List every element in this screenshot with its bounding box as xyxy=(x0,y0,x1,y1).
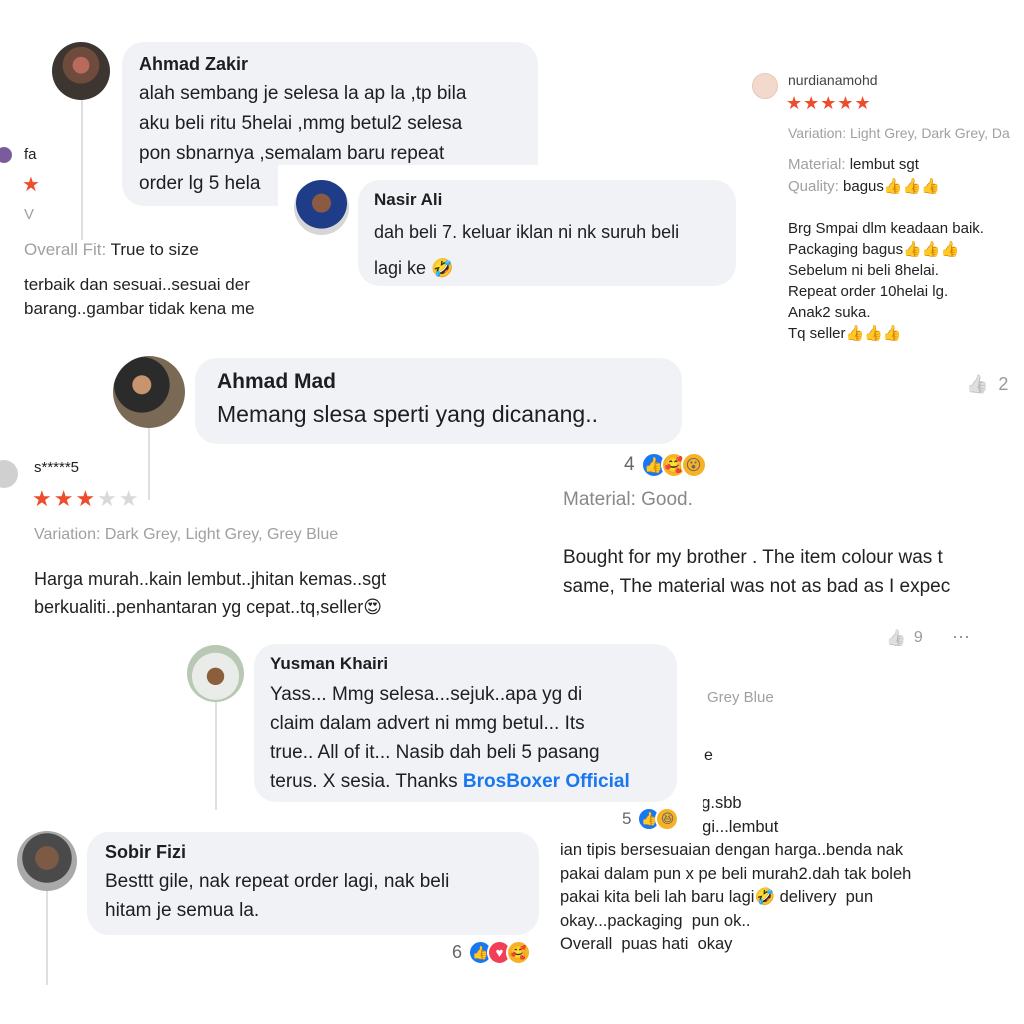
reaction-summary[interactable]: 4 👍 🥰 😮 xyxy=(624,452,707,478)
like-count: 2 xyxy=(998,374,1009,394)
material-label: Material: xyxy=(788,156,846,173)
fit-partial: e xyxy=(704,747,713,764)
reaction-summary[interactable]: 6 👍 ♥ 🥰 xyxy=(452,940,532,965)
review-username: s*****5 xyxy=(34,459,80,476)
commenter-name[interactable]: Ahmad Zakir xyxy=(139,54,521,75)
review-username: fa xyxy=(24,146,37,163)
quality-line: Quality: bagus👍👍👍 xyxy=(788,177,940,195)
avatar xyxy=(113,356,185,428)
comment-yusman-khairi: Yusman Khairi Yass... Mmg selesa...sejuk… xyxy=(254,644,677,802)
fit-value: True to size xyxy=(110,240,199,259)
avatar xyxy=(294,180,349,235)
avatar xyxy=(52,42,110,100)
user-avatar xyxy=(0,147,12,163)
review-body: Harga murah..kain lembut..jhitan kemas..… xyxy=(34,569,387,617)
reaction-count: 5 xyxy=(622,809,632,828)
filled-stars: ★★★ xyxy=(32,486,98,511)
thread-line xyxy=(81,100,83,240)
comment-text: dah beli 7. keluar iklan ni nk suruh bel… xyxy=(374,222,680,278)
thread-line xyxy=(46,890,48,985)
comment-nasir-ali: Nasir Ali dah beli 7. keluar iklan ni nk… xyxy=(358,180,736,286)
rating-stars: ★ xyxy=(22,174,40,196)
review-body: Brg Smpai dlm keadaan baik. Packaging ba… xyxy=(788,220,984,342)
comment-text: Besttt gile, nak repeat order lagi, nak … xyxy=(105,871,450,921)
rating-stars: ★★★★★ xyxy=(32,486,141,512)
variation-partial: Grey Blue xyxy=(707,689,774,706)
commenter-name[interactable]: Yusman Khairi xyxy=(270,654,661,674)
care-reaction-icon: 🥰 xyxy=(506,940,532,965)
user-avatar xyxy=(752,73,778,99)
comment-sobir-fizi: Sobir Fizi Besttt gile, nak repeat order… xyxy=(87,832,539,935)
quality-value: bagus👍👍👍 xyxy=(843,178,940,195)
fit-label: Overall Fit: xyxy=(24,240,107,259)
haha-reaction-icon: 😆 xyxy=(655,807,680,831)
avatar xyxy=(17,831,77,891)
reaction-count: 4 xyxy=(624,454,635,475)
rating-stars: ★★★★★ xyxy=(786,93,872,113)
variation-label: V xyxy=(24,206,35,223)
material-partial: Material: Good. xyxy=(563,489,693,509)
commenter-name[interactable]: Nasir Ali xyxy=(374,190,720,210)
comment-text: Memang slesa sperti yang dicanang.. xyxy=(217,401,598,427)
like-count: 9 xyxy=(913,629,923,646)
avatar xyxy=(187,645,244,702)
variation-label: Variation: Dark Grey, Light Grey, Grey B… xyxy=(34,526,339,543)
variation-label: Variation: Light Grey, Dark Grey, Da xyxy=(788,125,1010,141)
reaction-count: 6 xyxy=(452,942,463,962)
commenter-name[interactable]: Sobir Fizi xyxy=(105,842,521,863)
review-body: Bought for my brother . The item colour … xyxy=(563,547,951,597)
like-button[interactable]: 👍 2 xyxy=(966,374,1008,395)
commenter-name[interactable]: Ahmad Mad xyxy=(217,370,660,394)
material-line: Material: lembut sgt xyxy=(788,156,919,173)
user-avatar xyxy=(0,460,18,488)
like-button[interactable]: 👍 9 xyxy=(886,628,923,648)
comment-ahmad-mad: Ahmad Mad Memang slesa sperti yang dican… xyxy=(195,358,682,444)
fit-line: Overall Fit: True to size xyxy=(24,240,199,260)
review-body: terbaik dan sesuai..sesuai der barang..g… xyxy=(24,275,255,318)
wow-reaction-icon: 😮 xyxy=(680,452,707,478)
reaction-summary[interactable]: 5 👍 😆 xyxy=(622,807,680,831)
material-value: lembut sgt xyxy=(849,156,919,173)
thread-line xyxy=(215,702,217,810)
quality-label: Quality: xyxy=(788,178,839,195)
more-options-button[interactable]: ··· xyxy=(952,626,970,647)
review-username: nurdianamohd xyxy=(788,72,878,88)
comment-text: Yass... Mmg selesa...sejuk..apa yg di cl… xyxy=(270,684,630,792)
mention-link[interactable]: BrosBoxer Official xyxy=(463,771,630,792)
thumb-up-icon: 👍 xyxy=(966,374,989,394)
empty-stars: ★★ xyxy=(97,486,141,511)
thumb-up-icon: 👍 xyxy=(886,630,906,647)
thread-line xyxy=(148,428,150,500)
